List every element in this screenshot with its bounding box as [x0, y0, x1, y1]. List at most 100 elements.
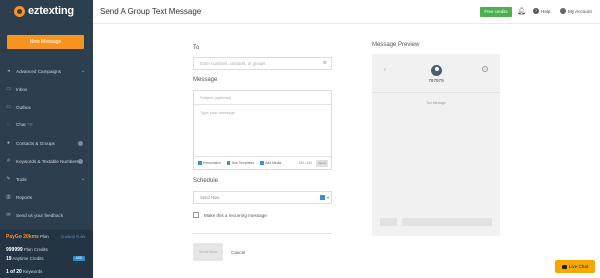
recipients-input[interactable]: Enter numbers, contacts, or groups ⊕ [193, 57, 332, 70]
message-body-input[interactable]: Type your message [194, 105, 331, 120]
media-icon [260, 161, 264, 165]
preview-number: 797979 [428, 78, 444, 83]
new-message-button[interactable]: New Message [7, 35, 84, 49]
personalize-button[interactable]: Personalize [198, 161, 221, 165]
to-label: To [193, 45, 200, 51]
outbox-icon: ▭ [6, 103, 11, 110]
feedback-icon: ✉ [6, 211, 11, 218]
sidebar-item-chat[interactable]: ◌ Chat ™️ [0, 116, 93, 134]
user-icon [560, 8, 566, 14]
toolbar-send-button[interactable]: Send [316, 159, 328, 167]
keywords-label: Keywords [23, 269, 43, 274]
logo-text: eztexting [28, 5, 74, 17]
add-media-label: Add Media [265, 161, 282, 165]
keyword-icon: # [7, 157, 10, 164]
preview-attachment-button [380, 218, 397, 226]
info-dot-icon [78, 140, 83, 146]
sidebar-item-label: Advanced Campaigns [16, 68, 61, 74]
personalize-label: Personalize [203, 161, 221, 165]
preview-input [402, 218, 492, 226]
recurring-label: Make this a recurring message [204, 212, 267, 218]
chat-bubble-icon [561, 264, 567, 269]
personalize-icon [198, 161, 202, 165]
info-dot-icon [78, 158, 83, 164]
contacts-icon: ● [6, 139, 11, 146]
preview-divider [372, 92, 500, 93]
schedule-label: Schedule [193, 178, 219, 184]
add-contact-icon[interactable]: ⊕ [323, 58, 327, 69]
character-count: 160 / 160 [298, 161, 312, 165]
live-chat-button[interactable]: Live Chat [555, 260, 595, 273]
message-editor: Subject (optional) Type your message Per… [193, 90, 332, 170]
logo[interactable]: eztexting [14, 5, 74, 17]
plan-credits-label: Plan Credits [23, 247, 48, 252]
form-divider [193, 233, 332, 234]
add-credits-button[interactable]: ADD [73, 256, 85, 261]
bell-icon[interactable]: 🔔︎ [517, 8, 526, 15]
help-label: Help [541, 8, 551, 14]
help-icon: ? [533, 8, 539, 14]
sidebar-item-label: Keywords & Textable Numbers [16, 158, 79, 164]
plan-panel: PayGo 20kms Plan CHANGE PLAN 999999 Plan… [0, 230, 93, 278]
sidebar-item-label: Outbox [16, 104, 31, 110]
reports-icon: ▥ [6, 193, 11, 200]
plan-name-row: PayGo 20kms Plan [6, 234, 49, 240]
send-now-button[interactable]: Send Now [193, 243, 223, 261]
page-title: Send A Group Text Message [100, 7, 202, 16]
sidebar-item-feedback[interactable]: ✉ Send us your feedback [0, 206, 93, 224]
keywords-value: 1 of 20 [6, 269, 22, 275]
message-toolbar: Personalize Use Templates Add Media 160 … [194, 156, 331, 169]
sidebar: eztexting New Message ◂ Advanced Campaig… [0, 0, 93, 278]
chevron-down-icon: ⌄ [80, 176, 85, 182]
info-icon: i [482, 66, 488, 72]
preview-title: Message Preview [372, 42, 420, 48]
subject-input[interactable]: Subject (optional) [194, 91, 331, 105]
recurring-checkbox[interactable] [193, 212, 199, 218]
preview-text-message-label: Text Message [426, 101, 446, 105]
templates-button[interactable]: Use Templates [226, 161, 255, 165]
contact-avatar [431, 65, 442, 76]
my-account-link[interactable]: My Account [560, 8, 592, 14]
anytime-credits-label: Anytime Credits [12, 256, 44, 261]
anytime-credits-row: 19 Anytime Credits [6, 256, 44, 262]
back-arrow-icon: ‹ [384, 67, 386, 73]
chevron-down-icon: ▾ [326, 195, 329, 200]
cancel-button[interactable]: Cancel [231, 250, 245, 255]
chevron-down-icon: ⌄ [80, 68, 85, 74]
sidebar-item-label: Send us your feedback [16, 212, 63, 218]
sidebar-item-label: Chat ™️ [16, 122, 33, 127]
change-plan-link[interactable]: CHANGE PLAN [61, 235, 85, 239]
plan-credits-row: 999999 Plan Credits [6, 247, 48, 253]
recipients-placeholder: Enter numbers, contacts, or groups [200, 61, 266, 66]
tools-icon: ✎ [6, 175, 11, 182]
logo-icon [14, 5, 25, 17]
sidebar-item-keywords[interactable]: # Keywords & Textable Numbers [0, 152, 93, 170]
anytime-credits-value: 19 [6, 256, 12, 262]
sidebar-item-label: Inbox [16, 86, 28, 92]
sidebar-item-contacts[interactable]: ● Contacts & Groups [0, 134, 93, 152]
add-media-button[interactable]: Add Media [260, 161, 281, 165]
sidebar-item-label: Contacts & Groups [16, 140, 55, 146]
message-label: Message [193, 77, 218, 83]
sidebar-item-label: Reports [16, 194, 33, 200]
free-credits-button[interactable]: Free credits [480, 7, 512, 17]
calendar-icon [320, 195, 325, 200]
my-account-label: My Account [568, 8, 592, 14]
help-link[interactable]: ? Help [533, 8, 550, 14]
sidebar-item-tools[interactable]: ✎ Tools ⌄ [0, 170, 93, 188]
inbox-icon: ▭ [6, 85, 11, 92]
sidebar-item-outbox[interactable]: ▭ Outbox [0, 98, 93, 116]
sidebar-item-reports[interactable]: ▥ Reports [0, 188, 93, 206]
schedule-select[interactable]: Send Now ▾ [193, 191, 332, 204]
recurring-option[interactable]: Make this a recurring message [193, 212, 267, 218]
sidebar-nav: ◂ Advanced Campaigns ⌄ ▭ Inbox ▭ Outbox … [0, 62, 93, 224]
sidebar-item-advanced-campaigns[interactable]: ◂ Advanced Campaigns ⌄ [0, 62, 93, 80]
templates-label: Use Templates [231, 161, 255, 165]
chat-icon: ◌ [7, 121, 10, 128]
plan-name: PayGo 20kms [6, 234, 39, 240]
sidebar-item-inbox[interactable]: ▭ Inbox [0, 80, 93, 98]
phone-preview: ‹ i 797979 Text Message [372, 54, 500, 236]
schedule-value: Send Now [200, 195, 220, 200]
top-header: Send A Group Text Message Free credits 🔔… [93, 0, 600, 24]
keywords-row: 1 of 20 Keywords [6, 269, 42, 275]
